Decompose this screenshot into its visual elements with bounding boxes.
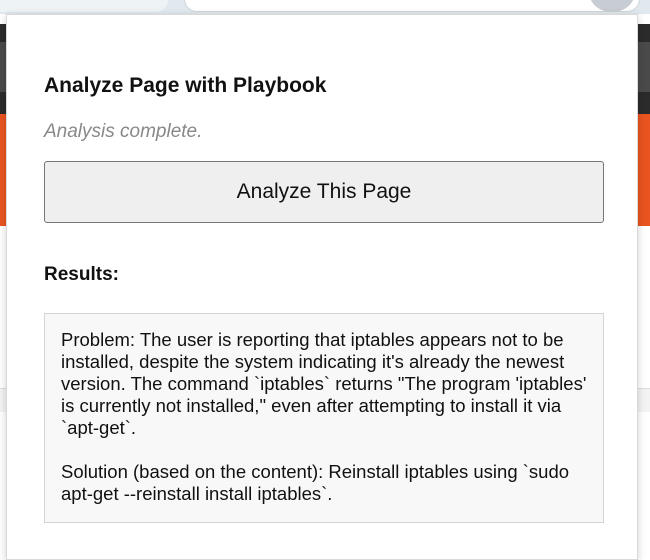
results-problem-text: Problem: The user is reporting that ipta… xyxy=(61,329,587,438)
results-panel: Problem: The user is reporting that ipta… xyxy=(44,313,604,523)
results-heading: Results: xyxy=(44,264,119,285)
browser-address-bar[interactable] xyxy=(184,0,640,12)
status-text: Analysis complete. xyxy=(44,121,203,142)
playbook-popup: Analyze Page with Playbook Analysis comp… xyxy=(6,14,638,560)
browser-tab[interactable] xyxy=(0,0,168,12)
results-solution-text: Solution (based on the content): Reinsta… xyxy=(61,461,570,504)
analyze-page-button[interactable]: Analyze This Page xyxy=(44,161,604,223)
popup-title: Analyze Page with Playbook xyxy=(44,74,327,97)
